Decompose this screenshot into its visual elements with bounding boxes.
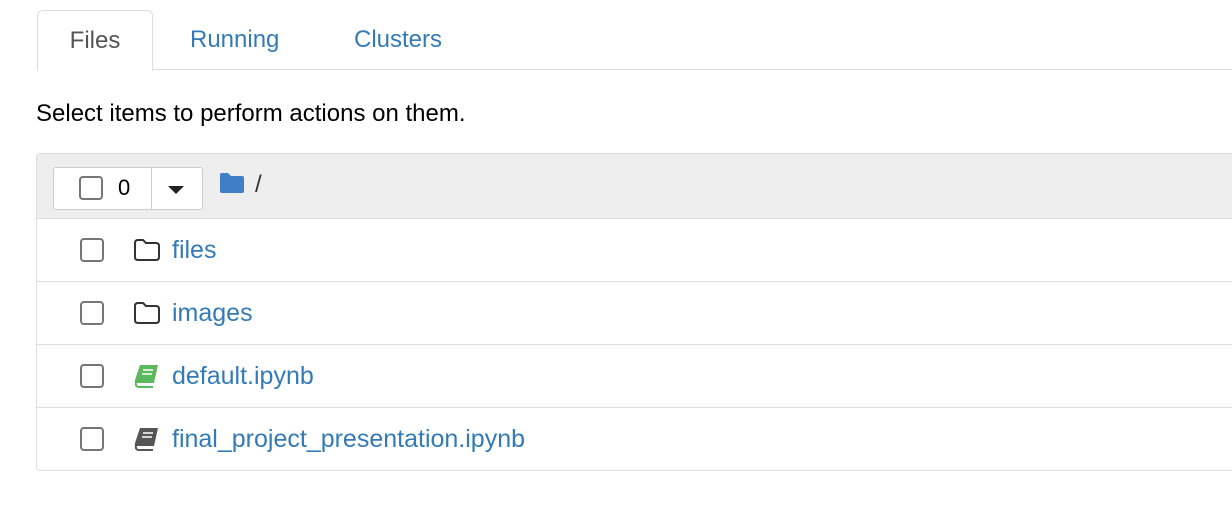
select-all-button[interactable]: 0 <box>54 168 152 209</box>
instructions-text: Select items to perform actions on them. <box>36 100 466 127</box>
notebook-icon <box>133 426 161 452</box>
list-item[interactable]: images <box>37 282 1232 345</box>
breadcrumb: / <box>219 171 262 199</box>
tab-clusters[interactable]: Clusters <box>354 10 442 70</box>
item-link[interactable]: final_project_presentation.ipynb <box>172 422 525 456</box>
item-checkbox[interactable] <box>80 364 104 388</box>
list-item[interactable]: files <box>37 219 1232 282</box>
file-list-header: 0 / <box>37 154 1232 219</box>
select-dropdown-button[interactable] <box>152 168 202 209</box>
item-checkbox[interactable] <box>80 301 104 325</box>
item-link[interactable]: default.ipynb <box>172 359 314 393</box>
tab-bar: Files Running Clusters <box>37 10 1232 71</box>
item-checkbox[interactable] <box>80 427 104 451</box>
folder-outline-icon <box>133 300 161 326</box>
select-all-group: 0 <box>53 167 203 210</box>
folder-outline-icon <box>133 237 161 263</box>
breadcrumb-root[interactable]: / <box>255 171 262 199</box>
tab-running[interactable]: Running <box>190 10 279 70</box>
notebook-running-icon <box>133 363 161 389</box>
item-checkbox[interactable] <box>80 238 104 262</box>
select-all-checkbox[interactable] <box>79 176 103 200</box>
selected-count: 0 <box>118 175 131 200</box>
item-link[interactable]: files <box>172 233 216 267</box>
file-list: 0 / files images default.ipynb final_pro… <box>36 153 1232 471</box>
tab-files[interactable]: Files <box>37 10 153 71</box>
caret-down-icon <box>168 186 184 194</box>
item-link[interactable]: images <box>172 296 253 330</box>
list-item[interactable]: final_project_presentation.ipynb <box>37 408 1232 470</box>
folder-solid-icon[interactable] <box>219 172 245 199</box>
list-item[interactable]: default.ipynb <box>37 345 1232 408</box>
